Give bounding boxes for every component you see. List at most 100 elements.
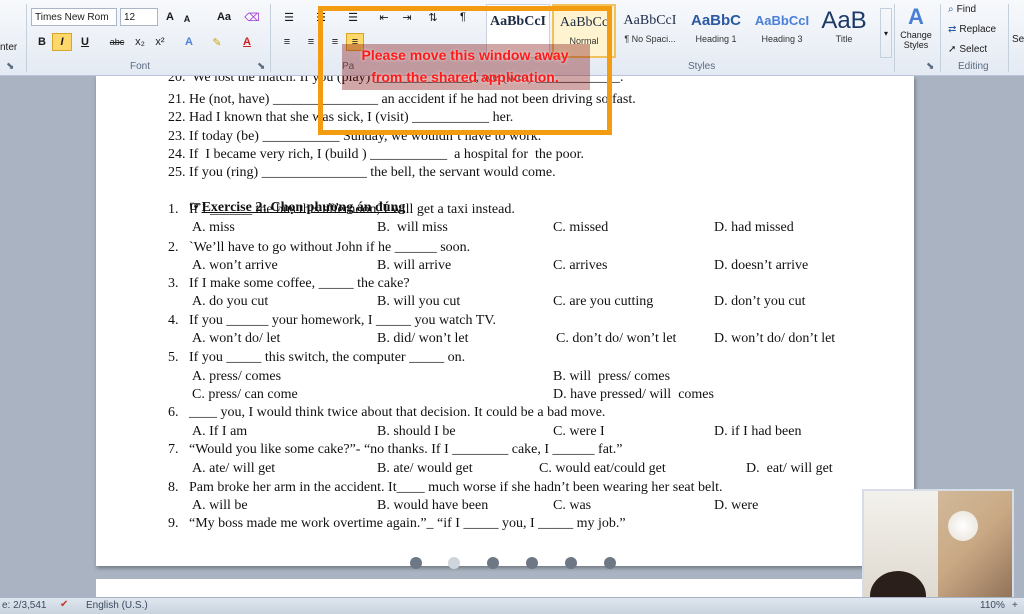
option-d: D. doesn’t arrive <box>714 258 809 273</box>
option-a: A. do you cut <box>192 294 269 309</box>
option-a: A. won’t arrive <box>192 258 278 273</box>
slide-dot-active[interactable] <box>448 557 460 569</box>
font-launcher-icon[interactable]: ⬊ <box>257 61 265 72</box>
highlight-icon[interactable]: ✎ <box>208 33 226 51</box>
next-page[interactable] <box>96 579 914 597</box>
slide-dot[interactable] <box>487 557 499 569</box>
option-c: C. was <box>553 498 592 513</box>
share-warning-message: Please move this window away from the sh… <box>361 47 569 85</box>
style-heading-3[interactable]: AaBbCcI Heading 3 <box>750 4 814 58</box>
replace-label: Replace <box>959 24 997 35</box>
option-d: D. won’t do/ don’t let <box>714 331 836 346</box>
language-indicator[interactable]: English (U.S.) <box>86 600 148 611</box>
option-c: C. are you cutting <box>553 294 654 309</box>
bullets-icon[interactable]: ☰ <box>278 8 300 26</box>
question: 2. `We’ll have to go without John if he … <box>168 240 471 255</box>
style-sample: AaBbCcI <box>623 13 677 28</box>
style-sample: AaBbC <box>690 12 741 29</box>
question: 3. If I make some coffee, _____ the cake… <box>168 276 410 291</box>
slide-dot[interactable] <box>410 557 422 569</box>
divider <box>940 4 941 72</box>
find-button[interactable]: ⌕ Find <box>948 4 976 15</box>
change-case-button[interactable]: Aa <box>210 8 238 26</box>
shrink-font-button[interactable]: A <box>180 10 194 28</box>
underline-button[interactable]: U <box>77 33 93 51</box>
divider <box>270 4 271 72</box>
clipboard-launcher-icon[interactable]: ⬊ <box>6 61 14 72</box>
page-count[interactable]: e: 2/3,541 <box>2 600 46 611</box>
slide-dot[interactable] <box>526 557 538 569</box>
change-styles-button[interactable]: A Change Styles <box>898 4 934 50</box>
font-color-icon[interactable]: A <box>238 33 256 51</box>
option-a: A. If I am <box>192 424 248 439</box>
option-b: B. will press/ comes <box>553 369 671 384</box>
option-d: D. had missed <box>714 220 794 235</box>
styles-launcher-icon[interactable]: ⬊ <box>926 61 934 72</box>
style-name: Heading 1 <box>695 34 737 44</box>
status-bar: e: 2/3,541 ✔ English (U.S.) 110% + <box>0 597 1024 614</box>
underline-label: U <box>81 36 89 48</box>
grow-font-button[interactable]: A <box>162 8 178 26</box>
style-name: ¶ No Spaci... <box>624 34 676 44</box>
style-heading-1[interactable]: AaBbC Heading 1 <box>684 4 748 58</box>
style-sample: AaB <box>821 7 867 34</box>
option-a: A. miss <box>192 220 235 235</box>
find-label: Find <box>956 4 977 15</box>
option-b: B. did/ won’t let <box>377 331 469 346</box>
question: 7. “Would you like some cake?”- “no than… <box>168 442 623 457</box>
select-button[interactable]: ➚ Select <box>948 44 987 55</box>
change-styles-icon: A <box>908 4 924 29</box>
strikethrough-label: abc <box>109 37 125 47</box>
option-c: C. don’t do/ won’t let <box>556 331 677 346</box>
proofing-icon[interactable]: ✔ <box>60 599 68 610</box>
question: 5. If you _____ this switch, the compute… <box>168 350 466 365</box>
styles-scroll-icon[interactable]: ▾ <box>880 8 892 58</box>
option-b: B. will arrive <box>377 258 452 273</box>
webcam-preview[interactable] <box>862 489 1014 614</box>
slide-dot[interactable] <box>565 557 577 569</box>
zoom-in-icon[interactable]: + <box>1012 600 1018 611</box>
option-a: A. will be <box>192 498 248 513</box>
question: 9. “My boss made me work overtime again.… <box>168 516 626 531</box>
option-b: B. ate/ would get <box>377 461 473 476</box>
style-no-spacing[interactable]: AaBbCcI ¶ No Spaci... <box>618 4 682 58</box>
font-group-label: Font <box>130 61 151 72</box>
superscript-label: x² <box>155 36 165 48</box>
style-name: Heading 3 <box>761 34 803 44</box>
italic-label: I <box>60 36 64 48</box>
zoom-level[interactable]: 110% <box>980 600 1005 611</box>
subscript-button[interactable]: x₂ <box>132 33 148 51</box>
font-size-value: 12 <box>124 11 136 23</box>
superscript-button[interactable]: x² <box>152 33 168 51</box>
webcam-lamp <box>948 511 978 541</box>
italic-button[interactable]: I <box>52 33 72 51</box>
doc-line: 24. If I became very rich, I (build ) __… <box>168 147 585 162</box>
grow-font-label: A <box>166 11 174 23</box>
align-left-icon[interactable]: ≡ <box>278 33 296 51</box>
option-c: C. would eat/could get <box>539 461 666 476</box>
question: 1. If I ______ the bus this afternoon, I… <box>168 202 515 217</box>
text-effects-icon[interactable]: A <box>180 33 198 51</box>
editing-group-label: Editing <box>958 61 989 72</box>
strikethrough-button[interactable]: abc <box>106 33 128 51</box>
partial-group-label: Se <box>1012 34 1024 45</box>
option-c: C. were I <box>553 424 605 439</box>
option-b: B. will you cut <box>377 294 461 309</box>
divider <box>1008 4 1009 72</box>
divider <box>26 4 27 72</box>
option-b: B. will miss <box>377 220 448 235</box>
slide-dot[interactable] <box>604 557 616 569</box>
document-page[interactable]: 20. We lost the match. If you (play) ___… <box>96 76 914 566</box>
option-c: C. missed <box>553 220 609 235</box>
font-name-dropdown[interactable]: Times New Rom <box>31 8 117 26</box>
clear-formatting-icon[interactable]: ⌫ <box>243 8 261 26</box>
option-d: D. have pressed/ will comes <box>553 387 714 402</box>
replace-button[interactable]: ⇄ Replace <box>948 24 996 35</box>
bold-button[interactable]: B <box>34 33 50 51</box>
font-name-value: Times New Rom <box>35 11 109 23</box>
divider <box>894 4 895 72</box>
font-size-dropdown[interactable]: 12 <box>120 8 158 26</box>
style-title[interactable]: AaB Title <box>812 4 876 58</box>
question: 8. Pam broke her arm in the accident. It… <box>168 480 723 495</box>
question: 4. If you ______ your homework, I _____ … <box>168 313 497 328</box>
